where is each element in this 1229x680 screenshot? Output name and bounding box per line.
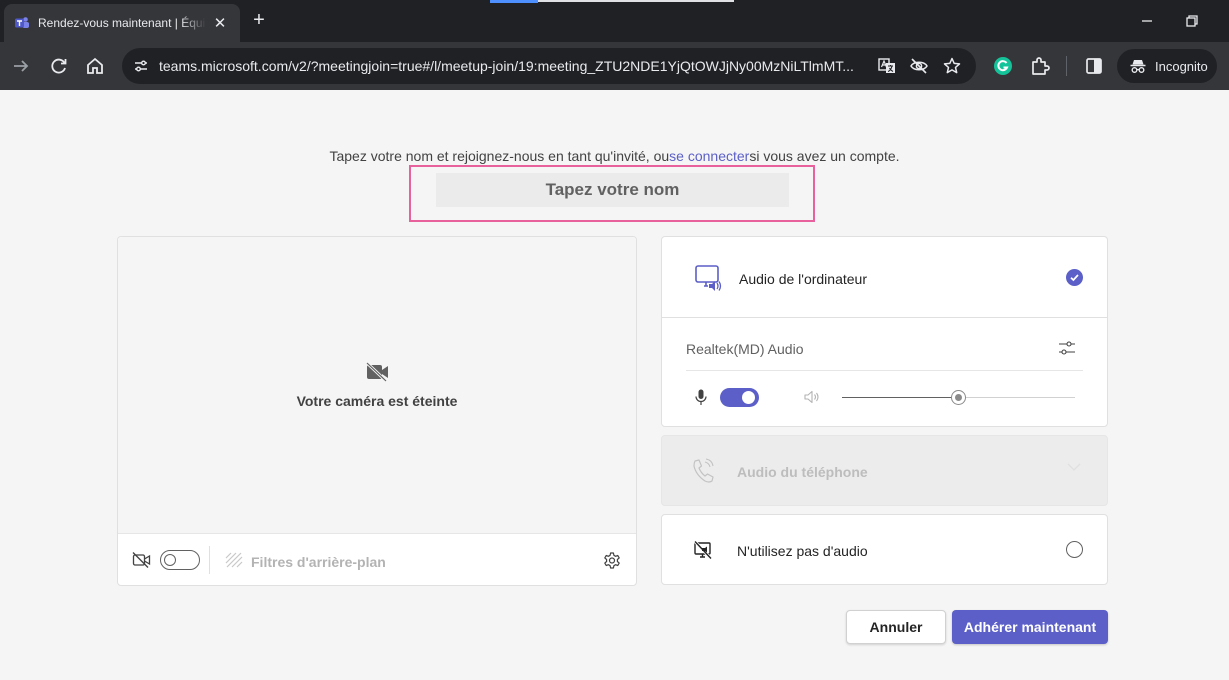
cancel-button[interactable]: Annuler [846, 610, 946, 644]
site-info-icon[interactable] [132, 57, 150, 75]
background-filters-button[interactable]: Filtres d'arrière-plan [251, 554, 386, 570]
incognito-icon [1130, 60, 1146, 73]
computer-audio-header[interactable]: Audio de l'ordinateur [662, 237, 1107, 318]
browser-toolbar: teams.microsoft.com/v2/?meetingjoin=true… [0, 42, 1229, 90]
device-settings-gear-icon[interactable] [602, 551, 622, 571]
incognito-label: Incognito [1155, 58, 1208, 74]
phone-audio-option: Audio du téléphone [661, 435, 1108, 506]
prompt-text-end: si vous avez un compte. [749, 148, 900, 164]
video-preview: Votre caméra est éteinte [118, 237, 636, 534]
minimize-window-icon[interactable] [1135, 10, 1159, 32]
volume-slider-fill [842, 397, 959, 398]
browser-tab[interactable]: Rendez-vous maintenant | Équipe Microsof… [4, 4, 240, 42]
eye-off-icon[interactable] [909, 56, 929, 76]
phone-audio-icon [693, 458, 714, 483]
toolbar-separator [1066, 56, 1067, 76]
join-prompt: Tapez votre nom et rejoignez-nous en tan… [0, 148, 1229, 164]
no-audio-icon [693, 540, 713, 560]
url-text[interactable]: teams.microsoft.com/v2/?meetingjoin=true… [159, 58, 871, 74]
microphone-toggle-knob [742, 391, 755, 404]
tab-strip-accent [490, 0, 538, 3]
audio-settings-icon[interactable] [1058, 339, 1076, 357]
microphone-icon [695, 389, 707, 405]
close-tab-icon[interactable]: ✕ [210, 14, 230, 32]
background-effects-icon [225, 552, 243, 568]
forward-icon[interactable] [9, 54, 33, 78]
no-audio-radio[interactable] [1066, 541, 1083, 558]
device-divider [686, 370, 1083, 371]
no-audio-option[interactable]: N'utilisez pas d'audio [661, 514, 1108, 585]
video-controls-bar: Filtres d'arrière-plan [118, 535, 636, 585]
prejoin-page: Tapez votre nom et rejoignez-nous en tan… [0, 90, 1229, 680]
address-bar[interactable]: teams.microsoft.com/v2/?meetingjoin=true… [122, 48, 976, 84]
browser-tab-strip: Rendez-vous maintenant | Équipe Microsof… [0, 0, 1229, 42]
prompt-text: Tapez votre nom et rejoignez-nous en tan… [329, 148, 670, 164]
audio-device-name: Realtek(MD) Audio [686, 341, 804, 357]
controls-divider [209, 546, 210, 574]
selected-check-icon [1066, 269, 1083, 286]
video-preview-panel: Votre caméra est éteinte Filtres d'arriè… [117, 236, 637, 586]
no-audio-label: N'utilisez pas d'audio [737, 543, 868, 559]
phone-audio-label: Audio du téléphone [737, 464, 868, 480]
camera-off-icon [366, 362, 388, 382]
camera-toggle[interactable] [160, 550, 200, 570]
microphone-toggle[interactable] [720, 388, 759, 407]
speaker-icon [804, 390, 819, 404]
incognito-badge[interactable]: Incognito [1117, 49, 1217, 83]
join-now-button[interactable]: Adhérer maintenant [952, 610, 1108, 644]
translate-icon[interactable] [877, 56, 897, 76]
restore-window-icon[interactable] [1180, 10, 1204, 32]
computer-audio-option[interactable]: Audio de l'ordinateur Realtek(MD) Audio [661, 236, 1108, 427]
volume-slider-thumb[interactable] [951, 390, 966, 405]
camera-off-text: Votre caméra est éteinte [296, 393, 458, 409]
tab-title: Rendez-vous maintenant | Équipe Microsof… [38, 16, 206, 30]
guest-name-input[interactable] [436, 173, 789, 207]
new-tab-button[interactable]: + [248, 10, 270, 32]
reload-icon[interactable] [47, 54, 71, 78]
side-panel-icon[interactable] [1082, 54, 1106, 78]
teams-icon [15, 17, 29, 28]
computer-audio-icon [695, 265, 722, 291]
chevron-down-icon [1067, 463, 1081, 471]
camera-toggle-knob [164, 554, 176, 566]
sign-in-link[interactable]: se connecter [669, 148, 749, 164]
grammarly-icon[interactable] [991, 54, 1015, 78]
computer-audio-label: Audio de l'ordinateur [739, 271, 867, 287]
star-icon[interactable] [942, 56, 962, 76]
camera-off-small-icon [132, 552, 151, 568]
extensions-icon[interactable] [1028, 54, 1052, 78]
home-icon[interactable] [83, 54, 107, 78]
tab-strip-accent-light [538, 0, 734, 2]
